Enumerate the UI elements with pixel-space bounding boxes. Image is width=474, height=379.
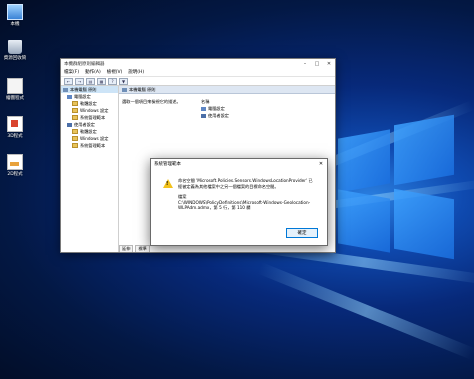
desktop-icon-app[interactable]: 繪圖程式 [2,78,28,101]
description-text: 選取一個項目來檢視它的描述。 [122,99,181,104]
desktop-icon-computer[interactable]: 本機 [2,4,28,27]
2d-icon [7,154,23,170]
tab-extended[interactable]: 延伸 [119,245,134,252]
tree-pane: 本機電腦 原則 電腦設定 軟體設定 Windows 設定 系統管理範本 使用者設… [61,86,119,252]
menu-action[interactable]: 動作(A) [85,69,101,75]
desktop-icon-recycle-bin[interactable]: 資源回收筒 [2,40,28,61]
folder-icon [72,143,78,148]
column-header-name[interactable]: 名稱 [201,99,209,105]
policy-icon [63,87,68,92]
folder-icon [72,101,78,106]
computer-icon [201,107,206,111]
dialog-title: 系統管理範本 [154,161,181,167]
tree-item-computer-config[interactable]: 電腦設定 [61,93,118,100]
recycle-bin-icon [8,40,22,54]
list-item-user-config[interactable]: 使用者設定 [201,113,229,119]
filter-icon[interactable]: ▼ [119,77,128,85]
admin-templates-dialog: 系統管理範本 ✕ ! 命名空間 'Microsoft.Policies.Sens… [150,158,328,246]
menu-file[interactable]: 檔案(F) [64,69,79,75]
warning-mark: ! [166,181,169,187]
menu-view[interactable]: 檢視(V) [107,69,123,75]
folder-icon [72,115,78,120]
menu-bar: 檔案(F) 動作(A) 檢視(V) 說明(H) [61,68,335,77]
view-tabs: 延伸 標準 [119,245,150,252]
tree-item-admin-templates[interactable]: 系統管理範本 [61,114,118,121]
close-icon[interactable]: ✕ [315,161,327,167]
folder-icon [72,129,78,134]
minimize-icon[interactable]: – [299,59,311,68]
maximize-icon[interactable]: □ [311,59,323,68]
menu-help[interactable]: 說明(H) [128,69,144,75]
user-icon [67,122,72,127]
tree-item-user-admin-templates[interactable]: 系統管理範本 [61,142,118,149]
tree-item-user-software-settings[interactable]: 軟體設定 [61,128,118,135]
show-tree-icon[interactable]: ▤ [86,77,95,85]
back-icon[interactable]: ← [64,77,73,85]
folder-icon [72,108,78,113]
forward-icon[interactable]: → [75,77,84,85]
tree-item-local-policy[interactable]: 本機電腦 原則 [61,86,118,93]
gpedit-titlebar[interactable]: 本機群組原則編輯器 – □ ✕ [61,59,335,68]
tree-item-user-windows-settings[interactable]: Windows 設定 [61,135,118,142]
dialog-message: 命名空間 'Microsoft.Policies.Sensors.Windows… [178,178,313,210]
close-icon[interactable]: ✕ [323,59,335,68]
dialog-titlebar[interactable]: 系統管理範本 ✕ [151,159,327,168]
desktop-icon-2d[interactable]: 2D程式 [2,154,28,177]
list-item-computer-config[interactable]: 電腦設定 [201,106,225,112]
details-header: 本機電腦 原則 [119,86,335,94]
ok-button[interactable]: 確定 [286,228,318,238]
properties-icon[interactable]: ▦ [97,77,106,85]
toolbar: ← → ▤ ▦ ? ▼ [61,77,335,86]
tab-standard[interactable]: 標準 [135,245,150,252]
tree-item-windows-settings[interactable]: Windows 設定 [61,107,118,114]
3d-icon [7,116,23,132]
computer-icon [67,94,72,99]
app-icon [7,78,23,94]
tree-item-user-config[interactable]: 使用者設定 [61,121,118,128]
desktop-icon-3d[interactable]: 3D程式 [2,116,28,139]
help-icon[interactable]: ? [108,77,117,85]
folder-icon [72,136,78,141]
gpedit-title: 本機群組原則編輯器 [64,61,105,67]
computer-icon [7,4,23,20]
tree-item-software-settings[interactable]: 軟體設定 [61,100,118,107]
windows-logo [338,112,458,262]
policy-icon [122,87,127,92]
user-icon [201,114,206,118]
